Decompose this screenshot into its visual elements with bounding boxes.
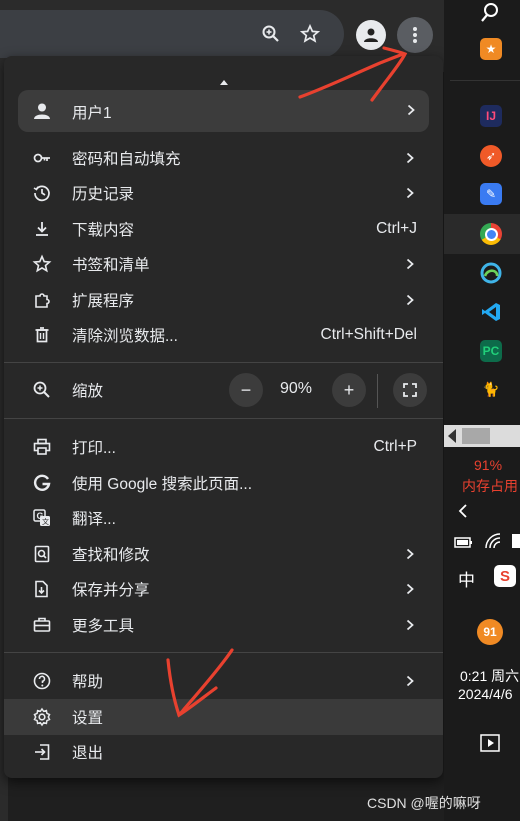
sogou-ime-icon[interactable]: S xyxy=(494,565,516,587)
vscode-app-icon[interactable] xyxy=(480,301,502,323)
edit-app-icon[interactable]: ✎ xyxy=(480,183,502,205)
starred-app-icon[interactable]: ★ xyxy=(480,38,502,60)
scroll-left-icon[interactable] xyxy=(448,429,456,443)
wifi-icon[interactable] xyxy=(484,532,504,550)
pycharm-app-icon[interactable]: PC xyxy=(480,340,502,362)
volume-icon[interactable] xyxy=(512,534,520,548)
chevron-left-icon[interactable] xyxy=(458,503,468,519)
ime-indicator[interactable]: 中 xyxy=(458,566,475,591)
show-desktop-icon[interactable] xyxy=(480,734,500,752)
edge-app-icon[interactable] xyxy=(480,262,502,284)
chrome-app-icon[interactable] xyxy=(480,223,502,245)
jetbrains-app-icon[interactable]: IJ xyxy=(480,105,502,127)
taskbar: ★ IJ ➶ ✎ PC 🐈 91% 内存占用 中 S 91 0:21 周六 20… xyxy=(444,0,520,821)
clock-time[interactable]: 0:21 周六 xyxy=(460,666,519,686)
search-icon[interactable] xyxy=(480,2,502,24)
red-annotation-arrows xyxy=(166,46,408,718)
taskbar-divider xyxy=(450,80,520,81)
tray-scrollbar[interactable] xyxy=(444,425,520,447)
scrollbar-thumb[interactable] xyxy=(462,428,490,444)
watermark: CSDN @喔的嘛呀 xyxy=(367,795,481,811)
compass-app-icon[interactable]: ➶ xyxy=(480,145,502,167)
memory-label: 内存占用 xyxy=(462,478,518,494)
notification-count: 91 xyxy=(483,625,497,639)
battery-icon[interactable] xyxy=(454,535,474,549)
memory-percent: 91% xyxy=(474,457,503,473)
notification-badge[interactable]: 91 xyxy=(477,619,503,645)
clock-date[interactable]: 2024/4/6 xyxy=(458,686,513,702)
cat-app-icon[interactable]: 🐈 xyxy=(480,378,502,400)
